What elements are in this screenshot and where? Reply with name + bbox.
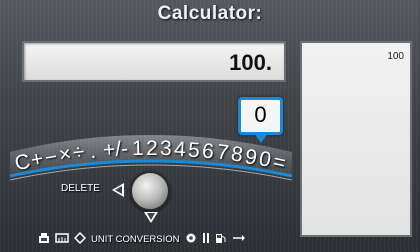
knob-left-arrow-inner <box>115 186 122 194</box>
keyboard-key[interactable]: +/- <box>102 137 129 162</box>
keyboard-key[interactable]: × <box>57 143 73 169</box>
gear-icon <box>185 232 197 247</box>
keyboard-key[interactable]: − <box>43 145 59 171</box>
keyboard-key[interactable]: 3 <box>160 137 172 161</box>
keyboard-key[interactable]: 5 <box>187 138 200 163</box>
unit-conversion-label[interactable]: UNIT CONVERSION <box>91 234 180 245</box>
arrow-icon <box>232 232 246 247</box>
diamond-icon <box>73 231 87 247</box>
keyboard-key[interactable]: ÷ <box>71 141 85 166</box>
keyboard-key[interactable]: 6 <box>201 139 215 164</box>
keyboard-key[interactable]: 9 <box>243 145 258 171</box>
history-panel: 100 <box>300 41 412 237</box>
knob-down-arrow-inner <box>147 213 155 220</box>
interface-dial-knob[interactable] <box>130 171 170 211</box>
bottom-bar: UNIT CONVERSION <box>0 226 298 252</box>
history-entry: 100 <box>387 51 404 62</box>
time-icon <box>38 232 50 247</box>
selected-key-popup: 0 <box>238 97 283 135</box>
keyboard-key[interactable]: 8 <box>229 143 244 168</box>
keyboard-key[interactable]: . <box>89 140 97 164</box>
unit-icon <box>55 232 69 247</box>
keyboard-key[interactable]: 1 <box>132 137 144 161</box>
selected-key-pointer <box>254 133 268 143</box>
fuel-pump-icon <box>202 232 210 247</box>
keyboard-key[interactable]: = <box>271 150 288 176</box>
fuel-icon <box>215 232 227 247</box>
keyboard-key[interactable]: 7 <box>215 141 229 166</box>
delete-label: DELETE <box>61 183 100 194</box>
keyboard-key[interactable]: 2 <box>146 137 158 161</box>
keyboard-key[interactable]: 4 <box>174 137 187 162</box>
